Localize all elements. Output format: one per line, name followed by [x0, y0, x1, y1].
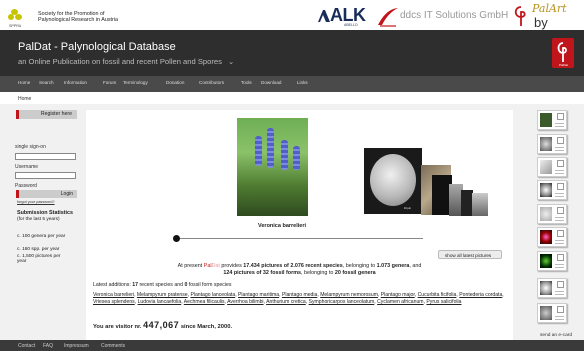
society-abbrev: SPPRA — [9, 24, 22, 28]
ecard-thumbnail[interactable] — [537, 134, 567, 154]
show-all-pictures-button[interactable]: show all latest pictures — [438, 250, 502, 259]
nav-forum[interactable]: Forum — [103, 80, 116, 85]
plant-photo[interactable] — [237, 118, 308, 216]
footer-contact[interactable]: Contact — [18, 343, 35, 349]
ddcs-swoosh-icon — [378, 8, 398, 27]
species-link[interactable]: Plantago media — [282, 292, 317, 298]
sso-label: single sign-on — [15, 144, 46, 150]
chevron-down-icon[interactable]: ⌄ — [228, 57, 234, 66]
society-name[interactable]: Society for the Promotion of Palynologic… — [38, 11, 118, 23]
paldat-p-icon: PalDat — [557, 42, 568, 67]
stats-item: c. 1,500 pictures per year — [17, 254, 61, 264]
ecard-thumbnail[interactable] — [537, 251, 567, 271]
ecard-thumbnail[interactable] — [537, 303, 567, 323]
species-link[interactable]: Melampyrum nemorosum — [320, 292, 378, 298]
species-link[interactable]: Averrhoa bilimbi — [227, 299, 263, 305]
sponsor-ddcs-logo[interactable]: ddcs IT Solutions GmbH — [376, 7, 508, 27]
palart-swirl-icon — [514, 6, 526, 26]
stats-item: c. 160 spp. per year — [17, 247, 60, 252]
register-button[interactable]: Register here — [16, 110, 77, 119]
species-link[interactable]: Aechmea filicaulis — [184, 299, 225, 305]
breadcrumb[interactable]: Home — [18, 96, 31, 102]
footer-comments[interactable]: Comments — [101, 343, 125, 349]
nav-terminology[interactable]: Terminology — [123, 80, 148, 85]
species-link[interactable]: Melampyrum pratense — [137, 292, 188, 298]
nav-links[interactable]: Links — [297, 80, 308, 85]
society-logo[interactable] — [8, 9, 24, 23]
forgot-password-link[interactable]: forgot your password? — [17, 200, 55, 204]
species-link[interactable]: Ludovia lancaefolia — [138, 299, 182, 305]
ecard-thumbnail[interactable] — [537, 157, 567, 177]
svg-text:PalDat: PalDat — [559, 63, 568, 67]
slider-handle[interactable] — [173, 235, 180, 242]
species-link[interactable]: Symphoricarpos lanceolatum — [309, 299, 375, 305]
palart-logo[interactable]: PalArt by PalDat — [512, 2, 584, 45]
latest-species-list: Veronica barrelieri, Melampyrum pratense… — [93, 292, 504, 305]
gallery-slider[interactable] — [173, 235, 423, 242]
nav-donation[interactable]: Donation — [166, 80, 184, 85]
pollen-photo-stack[interactable] — [472, 193, 488, 216]
ecard-thumbnail[interactable] — [537, 110, 567, 130]
stats-heading: Submission Statistics — [17, 210, 74, 216]
site-title[interactable]: PalDat - Palynological Database — [18, 41, 176, 53]
login-button[interactable]: Login — [16, 190, 77, 198]
pollen-sem-photo[interactable]: 10 µm — [364, 148, 422, 214]
ecard-thumbnail[interactable] — [537, 227, 567, 247]
password-label: Password — [15, 183, 37, 189]
footer-impressum[interactable]: Impressum — [64, 343, 89, 349]
ecard-thumbnail[interactable] — [537, 204, 567, 224]
stats-item: c. 100 genera per year — [17, 234, 66, 239]
species-link[interactable]: Plantago lanceolata — [190, 292, 235, 298]
username-label: Username — [15, 164, 39, 170]
site-subtitle: an Online Publication on fossil and rece… — [18, 57, 235, 66]
main-nav: Home Search Information Forum Terminolog… — [0, 76, 584, 92]
species-link[interactable]: Anthurium cretica — [266, 299, 306, 305]
latest-additions: Latest additions: 17 recent species and … — [93, 282, 232, 288]
alk-emblem-icon — [318, 10, 330, 22]
nav-contributors[interactable]: Contributors — [199, 80, 224, 85]
species-link[interactable]: Vriesea splendens — [93, 299, 135, 305]
nav-information[interactable]: Information — [64, 80, 87, 85]
site-header: PalDat - Palynological Database an Onlin… — [0, 30, 584, 76]
nav-download[interactable]: Download — [261, 80, 281, 85]
visitor-counter: You are visitor nr. 447,067 since March,… — [93, 320, 233, 330]
site-footer: Contact FAQ Impressum Comments — [0, 340, 584, 351]
send-ecard-link[interactable]: send an e-card — [540, 333, 572, 338]
stats-subheading: (for the last 5 years) — [17, 217, 60, 222]
nav-search[interactable]: Search — [39, 80, 54, 85]
top-logo-bar: Society for the Promotion of Palynologic… — [0, 0, 584, 45]
footer-faq[interactable]: FAQ — [43, 343, 53, 349]
ecard-thumbnail[interactable] — [537, 278, 567, 298]
species-link[interactable]: Cyclamen africanum — [377, 299, 423, 305]
species-link[interactable]: Plantago maritima — [238, 292, 279, 298]
statistics-text: At present PalDat provides 17.434 pictur… — [177, 263, 422, 276]
nav-tools[interactable]: Tools — [241, 80, 252, 85]
username-field[interactable] — [15, 172, 76, 179]
username-sso-field[interactable] — [15, 153, 76, 160]
species-link[interactable]: Pontederia cordata — [459, 292, 502, 298]
sponsor-alk-logo[interactable]: ALK ABELLO — [318, 5, 376, 28]
species-link[interactable]: Cucurbita ficifolia — [418, 292, 457, 298]
species-caption[interactable]: Veronica barrelieri — [258, 223, 306, 229]
species-link[interactable]: Pyrus salicifolia — [426, 299, 461, 305]
nav-home[interactable]: Home — [18, 80, 30, 85]
species-link[interactable]: Veronica barrelieri — [93, 292, 134, 298]
species-link[interactable]: Plantago major — [381, 292, 415, 298]
ecard-thumbnail[interactable] — [537, 180, 567, 200]
paldat-badge-logo[interactable]: PalDat — [552, 38, 574, 68]
